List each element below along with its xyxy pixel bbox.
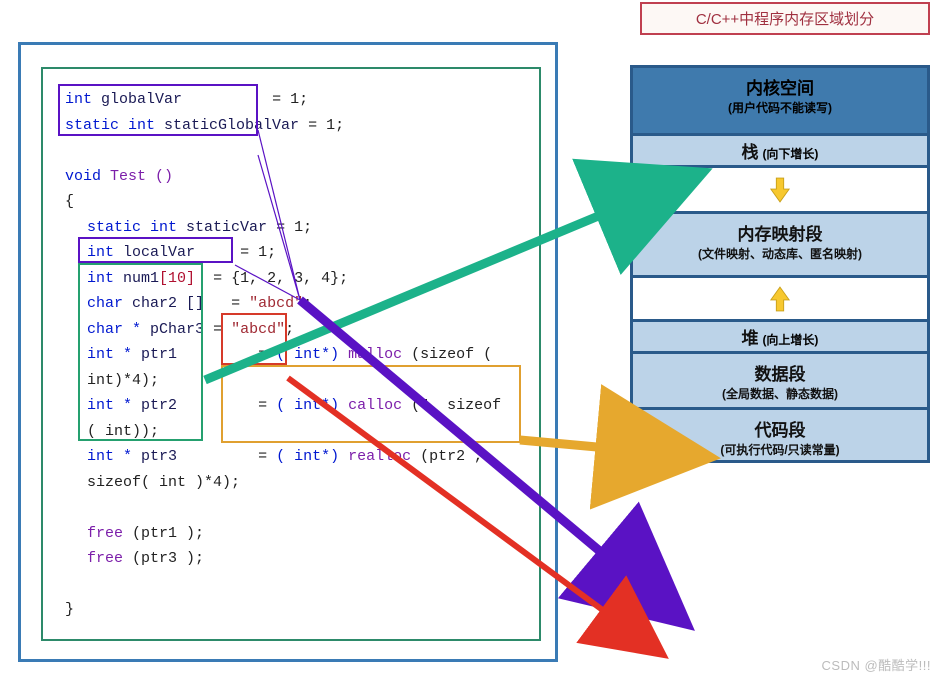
mem-heap-body	[630, 275, 930, 319]
mem-stack-body	[630, 165, 930, 211]
code-line-free2: free (ptr3 );	[65, 546, 517, 572]
code-line-fn: void Test ()	[65, 164, 517, 190]
stack-sub: (向下增长)	[762, 147, 818, 161]
code-line-char2: char char2 [] = "abcd";	[65, 291, 517, 317]
data-sub: (全局数据、静态数据)	[633, 385, 927, 408]
kernel-sub: (用户代码不能读写)	[633, 99, 927, 122]
code-line-static-local: static int staticVar = 1;	[65, 215, 517, 241]
mmap-sub: (文件映射、动态库、匿名映射)	[633, 245, 927, 268]
code-line-num1: int num1[10] = {1, 2, 3, 4};	[65, 266, 517, 292]
stack-title: 栈	[742, 143, 759, 162]
watermark-text: CSDN @酷酷学!!!	[822, 658, 931, 673]
arrow-up-icon	[769, 285, 791, 313]
code-line-localvar: int localVar = 1;	[65, 240, 517, 266]
code-line-ptr1: int * ptr1 = ( int*) malloc (sizeof ( in…	[65, 342, 517, 393]
arrow-down-icon	[769, 176, 791, 204]
mem-heap-header: 堆 (向上增长)	[630, 319, 930, 351]
code-line-ptr2: int * ptr2 = ( int*) calloc (4, sizeof (…	[65, 393, 517, 444]
code-inner-frame: int globalVar = 1; static int staticGlob…	[41, 67, 541, 641]
code-line-ptr3: int * ptr3 = ( int*) realloc (ptr2 , siz…	[65, 444, 517, 495]
title-text: C/C++中程序内存区域划分	[696, 11, 874, 28]
code-line-brace-open: {	[65, 189, 517, 215]
code-content: int globalVar = 1; static int staticGlob…	[43, 69, 539, 641]
code-outer-frame: int globalVar = 1; static int staticGlob…	[18, 42, 558, 662]
memory-layout: 内核空间 (用户代码不能读写) 栈 (向下增长) 内存映射段 (文件映射、动态库…	[630, 65, 930, 463]
kernel-title: 内核空间	[633, 68, 927, 99]
data-title: 数据段	[633, 354, 927, 385]
codeseg-sub: (可执行代码/只读常量)	[633, 441, 927, 464]
code-line-static-global: static int staticGlobalVar = 1;	[65, 113, 517, 139]
heap-sub: (向上增长)	[762, 333, 818, 347]
mem-mmap: 内存映射段 (文件映射、动态库、匿名映射)	[630, 211, 930, 275]
code-line-brace-close: }	[65, 597, 517, 623]
code-line-global: int globalVar = 1;	[65, 87, 517, 113]
diagram-title: C/C++中程序内存区域划分	[640, 2, 930, 35]
mem-code-segment: 代码段 (可执行代码/只读常量)	[630, 407, 930, 463]
codeseg-title: 代码段	[633, 410, 927, 441]
mem-kernel: 内核空间 (用户代码不能读写)	[630, 65, 930, 133]
mem-stack-header: 栈 (向下增长)	[630, 133, 930, 165]
watermark: CSDN @酷酷学!!!	[822, 655, 931, 674]
heap-title: 堆	[742, 329, 759, 348]
code-line-pchar3: char * pChar3 = "abcd";	[65, 317, 517, 343]
code-line-free1: free (ptr1 );	[65, 521, 517, 547]
mem-data-segment: 数据段 (全局数据、静态数据)	[630, 351, 930, 407]
mmap-title: 内存映射段	[633, 214, 927, 245]
